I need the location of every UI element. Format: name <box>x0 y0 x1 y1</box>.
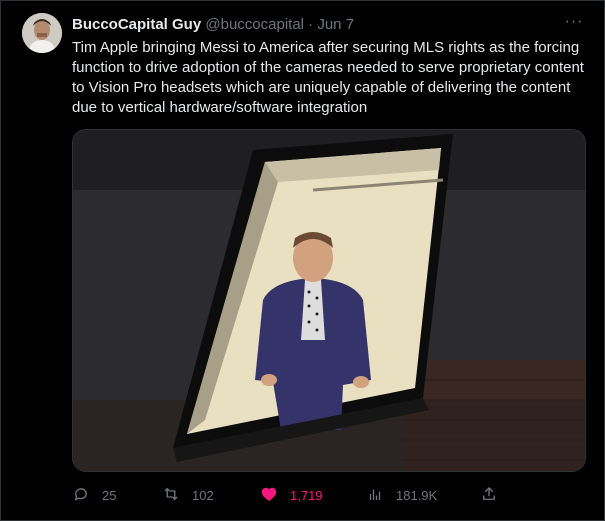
reply-button[interactable]: 25 <box>72 483 116 507</box>
share-button[interactable] <box>480 483 498 507</box>
tweet-photo[interactable] <box>72 129 586 472</box>
author-name[interactable]: BuccoCapital Guy <box>72 16 201 33</box>
more-icon[interactable]: ··· <box>564 14 584 35</box>
avatar[interactable] <box>22 13 62 53</box>
retweet-count: 102 <box>192 487 214 503</box>
like-button[interactable]: 1,719 <box>260 483 323 507</box>
tweet-text: Tim Apple bringing Messi to America afte… <box>72 39 584 116</box>
like-icon <box>260 485 278 506</box>
retweet-button[interactable]: 102 <box>162 483 214 507</box>
separator: · <box>308 16 314 33</box>
share-icon <box>480 485 498 506</box>
views-button[interactable]: 181.9K <box>366 483 437 507</box>
author-handle[interactable]: @buccocapital <box>205 16 304 33</box>
reply-count: 25 <box>102 487 117 503</box>
views-count: 181.9K <box>396 487 438 503</box>
tweet-actions: 25 102 1,719 181.9K <box>72 483 502 507</box>
views-icon <box>366 485 384 506</box>
tweet-date[interactable]: Jun 7 <box>317 16 354 33</box>
retweet-icon <box>162 485 180 506</box>
reply-icon <box>72 485 90 506</box>
tweet-card[interactable]: BuccoCapital Guy @buccocapital · Jun 7 ·… <box>0 0 605 521</box>
like-count: 1,719 <box>290 487 323 503</box>
tweet-header: BuccoCapital Guy @buccocapital · Jun 7 <box>72 15 564 35</box>
